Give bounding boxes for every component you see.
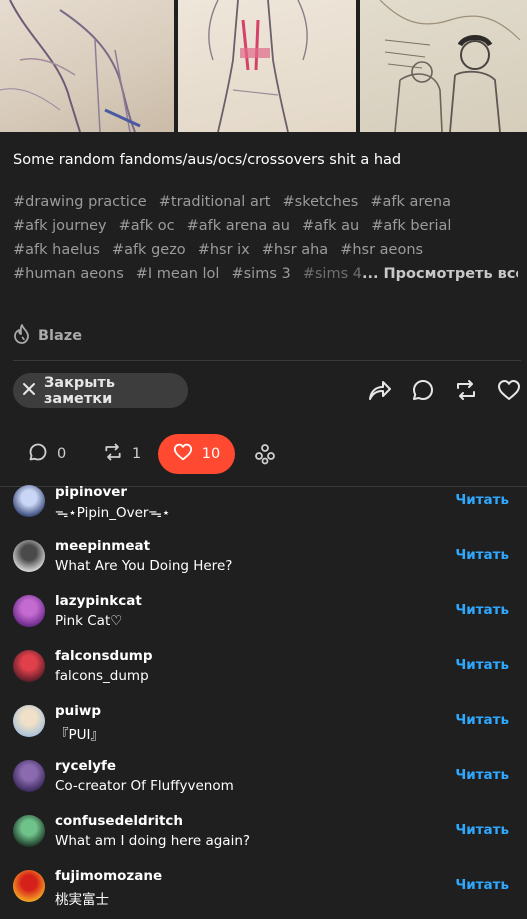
follow-button[interactable]: Читать	[455, 492, 509, 508]
follow-button[interactable]: Читать	[455, 602, 509, 618]
notes-tabs: 0 1 10	[0, 431, 527, 477]
blog-title: 『PUI』	[55, 727, 105, 743]
tab-reblogs[interactable]: 1	[103, 442, 141, 466]
tag-link[interactable]: #hsr ix	[198, 242, 250, 258]
list-item[interactable]: pipinover ᯓ⋆Pipin_Overᯓ⋆ Читать	[0, 473, 527, 528]
reblog-icon	[103, 442, 123, 466]
tag-link[interactable]: #sketches	[282, 194, 358, 210]
see-all-tags-link[interactable]: ... Просмотреть все	[362, 266, 518, 282]
tag-link[interactable]: #human aeons	[13, 266, 124, 282]
blog-title: Pink Cat♡	[55, 613, 123, 629]
post-actions	[368, 378, 521, 402]
tag-link[interactable]: #drawing practice	[13, 194, 147, 210]
blog-title: What am I doing here again?	[55, 833, 251, 849]
post-image-1[interactable]	[0, 0, 174, 132]
post-images	[0, 0, 527, 132]
list-item[interactable]: rycelyfe Co-creator Of Fluffyvenom Читать	[0, 748, 527, 803]
username[interactable]: meepinmeat	[55, 538, 150, 554]
reply-icon[interactable]	[411, 378, 435, 402]
share-icon[interactable]	[368, 378, 392, 402]
tag-row: #afk journey #afk oc #afk arena au #afk au #…	[13, 214, 518, 238]
follow-button[interactable]: Читать	[455, 767, 509, 783]
avatar[interactable]	[13, 485, 45, 517]
username[interactable]: fujimomozane	[55, 868, 162, 884]
list-item[interactable]: confusedeldritch What am I doing here aga…	[0, 803, 527, 858]
tag-link[interactable]: #afk arena	[370, 194, 451, 210]
tag-link[interactable]: #afk au	[302, 218, 359, 234]
blaze-label: Blaze	[38, 328, 83, 344]
tag-link[interactable]: #sims 3	[231, 266, 290, 282]
list-item[interactable]: fujimomozane 桃実富士 Читать	[0, 858, 527, 913]
reblogs-count: 1	[132, 446, 142, 462]
heart-icon	[173, 443, 193, 465]
avatar[interactable]	[13, 540, 45, 572]
avatar[interactable]	[13, 705, 45, 737]
tag-link[interactable]: #hsr aeons	[340, 242, 423, 258]
tag-link[interactable]: #afk berial	[371, 218, 451, 234]
likes-count: 10	[201, 446, 221, 462]
avatar[interactable]	[13, 870, 45, 902]
flame-icon	[13, 324, 31, 348]
tag-link[interactable]: #afk journey	[13, 218, 107, 234]
close-icon	[22, 382, 36, 400]
post-image-3[interactable]	[360, 0, 527, 132]
tag-link[interactable]: #afk haelus	[13, 242, 100, 258]
tag-link[interactable]: #sims 4	[303, 266, 362, 282]
follow-button[interactable]: Читать	[455, 822, 509, 838]
replies-count: 0	[57, 446, 67, 462]
avatar[interactable]	[13, 760, 45, 792]
notes-list: pipinover ᯓ⋆Pipin_Overᯓ⋆ Читать meepinmeat W…	[0, 473, 527, 913]
reblog-icon[interactable]	[454, 378, 478, 402]
tag-link[interactable]: #afk gezo	[112, 242, 186, 258]
username[interactable]: rycelyfe	[55, 758, 116, 774]
blog-title: ᯓ⋆Pipin_Overᯓ⋆	[55, 505, 171, 521]
follow-button[interactable]: Читать	[455, 712, 509, 728]
tag-row: #human aeons #I mean lol #sims 3 #sims 4...…	[13, 262, 518, 286]
username[interactable]: falconsdump	[55, 648, 153, 664]
username[interactable]: pipinover	[55, 484, 127, 500]
community-icon[interactable]	[254, 443, 276, 469]
blog-title: Co-creator Of Fluffyvenom	[55, 778, 234, 794]
follow-button[interactable]: Читать	[455, 877, 509, 893]
avatar[interactable]	[13, 595, 45, 627]
list-item[interactable]: falconsdump falcons_dump Читать	[0, 638, 527, 693]
username[interactable]: lazypinkcat	[55, 593, 142, 609]
tag-link[interactable]: #afk oc	[119, 218, 175, 234]
tag-link[interactable]: #I mean lol	[136, 266, 220, 282]
post-image-2[interactable]	[178, 0, 356, 132]
blaze-button[interactable]: Blaze	[13, 324, 82, 348]
tag-link[interactable]: #hsr aha	[262, 242, 328, 258]
tab-replies[interactable]: 0	[28, 442, 66, 466]
follow-button[interactable]: Читать	[455, 657, 509, 673]
heart-icon[interactable]	[497, 378, 521, 402]
list-item[interactable]: puiwp 『PUI』 Читать	[0, 693, 527, 748]
list-item[interactable]: meepinmeat What Are You Doing Here? Читать	[0, 528, 527, 583]
blog-title: falcons_dump	[55, 668, 149, 684]
reply-icon	[28, 442, 48, 466]
tag-link[interactable]: #afk arena au	[187, 218, 290, 234]
username[interactable]: confusedeldritch	[55, 813, 183, 829]
avatar[interactable]	[13, 650, 45, 682]
divider	[13, 360, 521, 361]
avatar[interactable]	[13, 815, 45, 847]
tag-row: #drawing practice #traditional art #sketch…	[13, 190, 518, 214]
blog-title: 桃実富士	[55, 892, 109, 908]
follow-button[interactable]: Читать	[455, 547, 509, 563]
username[interactable]: puiwp	[55, 703, 101, 719]
tag-row: #afk haelus #afk gezo #hsr ix #hsr aha #hsr …	[13, 238, 518, 262]
post-caption: Some random fandoms/aus/ocs/crossovers s…	[13, 152, 402, 168]
list-item[interactable]: lazypinkcat Pink Cat♡ Читать	[0, 583, 527, 638]
tag-link[interactable]: #traditional art	[159, 194, 271, 210]
post-tags: #drawing practice #traditional art #sketch…	[13, 190, 518, 286]
close-notes-label: Закрыть заметки	[44, 374, 115, 407]
tab-likes[interactable]: 10	[158, 434, 235, 474]
close-notes-button[interactable]: Закрыть заметки	[13, 373, 188, 408]
blog-title: What Are You Doing Here?	[55, 558, 233, 574]
